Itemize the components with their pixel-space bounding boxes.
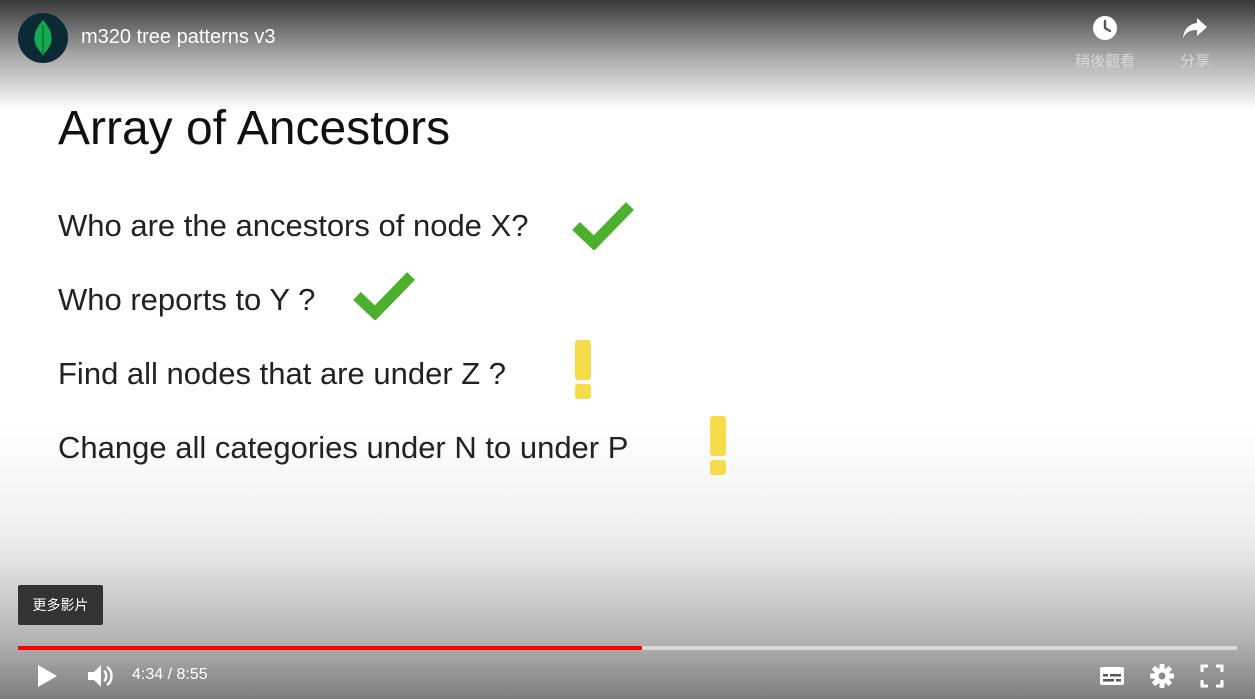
subtitles-icon [1100, 667, 1124, 685]
share-label: 分享 [1179, 53, 1210, 70]
exclamation-icon [710, 416, 726, 475]
share-button[interactable]: 分享 [1155, 14, 1235, 71]
question-2: Who reports to Y ? [58, 282, 316, 317]
time-display: 4:34 / 8:55 [132, 666, 208, 683]
fullscreen-icon [1200, 664, 1224, 688]
question-1: Who are the ancestors of node X? [58, 208, 529, 243]
clock-icon [1093, 16, 1117, 40]
channel-avatar[interactable] [18, 13, 68, 63]
fullscreen-button[interactable] [1197, 660, 1227, 692]
checkmark-icon [572, 202, 634, 250]
question-4: Change all categories under N to under P [58, 430, 629, 465]
share-arrow-icon [1183, 18, 1207, 38]
exclamation-icon [575, 340, 591, 399]
subtitles-button[interactable] [1097, 660, 1127, 692]
gear-icon [1150, 664, 1174, 688]
watch-later-button[interactable]: 稍後觀看 [1065, 14, 1145, 71]
play-icon [38, 665, 57, 687]
checkmark-icon [353, 272, 415, 320]
progress-bar[interactable] [18, 646, 1237, 650]
volume-icon [88, 665, 113, 687]
settings-button[interactable] [1147, 660, 1177, 692]
mongodb-leaf-icon [34, 20, 52, 56]
volume-button[interactable] [84, 660, 116, 692]
watch-later-label: 稍後觀看 [1074, 53, 1135, 70]
play-button[interactable] [32, 660, 62, 692]
progress-played [18, 646, 643, 650]
more-videos-button[interactable]: 更多影片 [18, 585, 103, 625]
video-player[interactable]: Array of Ancestors Who are the ancestors… [0, 0, 1255, 699]
video-title[interactable]: m320 tree patterns v3 [81, 26, 276, 49]
question-3: Find all nodes that are under Z ? [58, 356, 507, 391]
